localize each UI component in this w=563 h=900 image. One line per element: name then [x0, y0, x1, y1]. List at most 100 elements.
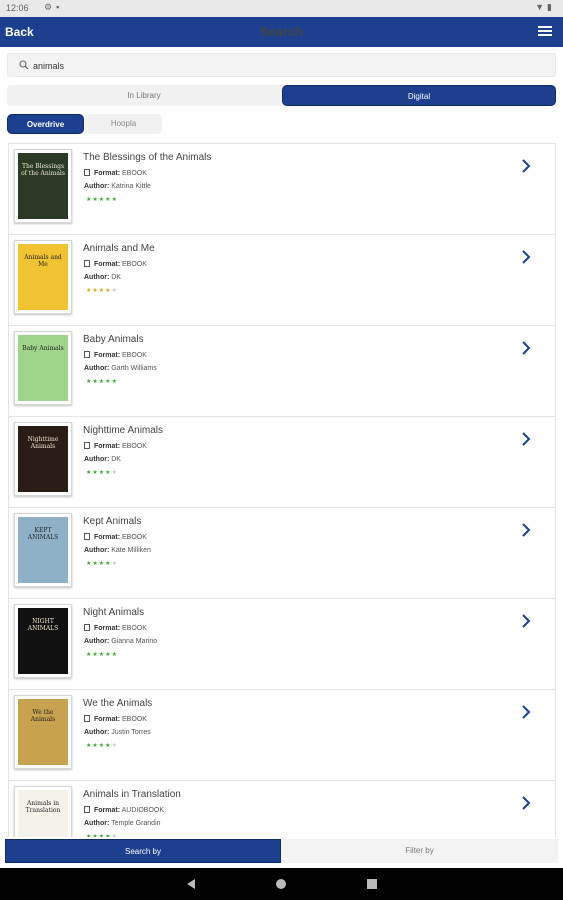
cover-title: Animals in Translation — [25, 800, 61, 814]
book-cover: Baby Animals — [14, 331, 72, 405]
hamburger-menu-icon[interactable] — [538, 26, 552, 37]
chevron-right-icon[interactable] — [521, 340, 531, 356]
list-item[interactable]: Baby Animals Baby Animals Format: EBOOK Aut… — [8, 325, 556, 416]
star-rating: ★★★★★ — [86, 560, 118, 567]
format-value: EBOOK — [122, 625, 147, 632]
author-label: Author: — [84, 365, 110, 372]
cover-art: NIGHT ANIMALS — [18, 608, 68, 674]
nav-home-icon[interactable] — [275, 878, 287, 890]
item-title[interactable]: The Blessings of the Animals — [83, 152, 211, 163]
star-rating: ★★★★★ — [86, 651, 118, 658]
search-input[interactable] — [33, 58, 533, 73]
cover-art: Animals and Me — [18, 244, 68, 310]
tab-overdrive[interactable]: Overdrive — [7, 114, 84, 134]
cover-title: KEPT ANIMALS — [27, 527, 59, 541]
nav-recents-icon[interactable] — [366, 878, 378, 890]
book-icon — [84, 533, 90, 540]
author-label: Author: — [84, 729, 110, 736]
book-icon — [84, 806, 90, 813]
source-tabs: In Library Digital — [7, 85, 556, 106]
item-author: Author: Kate Milliken — [84, 547, 151, 554]
author-label: Author: — [84, 547, 110, 554]
search-bar[interactable] — [7, 53, 556, 77]
format-value: EBOOK — [122, 170, 147, 177]
cover-art: Animals in Translation — [18, 790, 68, 837]
item-author: Author: Justin Torres — [84, 729, 151, 736]
format-label: Format: — [94, 625, 121, 632]
item-author: Author: Garth Williams — [84, 365, 157, 372]
book-cover: KEPT ANIMALS — [14, 513, 72, 587]
list-item[interactable]: Nighttime Animals Nighttime Animals Format… — [8, 416, 556, 507]
list-item[interactable]: KEPT ANIMALS Kept Animals Format: EBOOK Aut… — [8, 507, 556, 598]
item-title[interactable]: Night Animals — [83, 607, 144, 618]
list-item[interactable]: We the Animals We the Animals Format: EBOO… — [8, 689, 556, 780]
results-list[interactable]: The Blessings of the Animals The Blessing… — [8, 143, 556, 837]
item-title[interactable]: Baby Animals — [83, 334, 144, 345]
chevron-right-icon[interactable] — [521, 795, 531, 811]
star-icon: ★ — [111, 743, 118, 749]
chevron-right-icon[interactable] — [521, 431, 531, 447]
book-icon — [84, 260, 90, 267]
tab-digital[interactable]: Digital — [282, 85, 556, 106]
chevron-right-icon[interactable] — [521, 249, 531, 265]
format-value: EBOOK — [122, 716, 147, 723]
cover-title: Baby Animals — [22, 345, 64, 352]
item-title[interactable]: Nighttime Animals — [83, 425, 163, 436]
format-value: EBOOK — [122, 352, 147, 359]
status-icons: ⚙▪ — [44, 2, 63, 13]
cover-art: We the Animals — [18, 699, 68, 765]
author-label: Author: — [84, 638, 110, 645]
list-item[interactable]: Animals in Translation Animals in Transla… — [8, 780, 556, 837]
format-value: AUDIOBOOK — [121, 807, 165, 814]
cover-title: The Blessings of the Animals — [21, 163, 65, 177]
format-label: Format: — [94, 170, 121, 177]
item-format: Format: EBOOK — [84, 624, 147, 632]
wifi-icon: ▼ — [535, 2, 548, 12]
star-icon: ★ — [111, 652, 118, 658]
tab-search-by[interactable]: Search by — [5, 839, 281, 863]
star-rating: ★★★★★ — [86, 469, 118, 476]
cover-title: Animals and Me — [24, 254, 62, 268]
cover-art: Nighttime Animals — [18, 426, 68, 492]
chevron-right-icon[interactable] — [521, 522, 531, 538]
item-author: Author: DK — [84, 274, 121, 281]
cover-title: Nighttime Animals — [27, 436, 59, 450]
chevron-right-icon[interactable] — [521, 704, 531, 720]
author-value: Garth Williams — [111, 365, 157, 372]
author-label: Author: — [84, 456, 110, 463]
star-rating: ★★★★★ — [86, 196, 118, 203]
author-value: Katrina Kittle — [111, 183, 151, 190]
author-value: Temple Grandin — [111, 820, 161, 827]
item-author: Author: Temple Grandin — [84, 820, 161, 827]
format-value: EBOOK — [122, 261, 147, 268]
chevron-right-icon[interactable] — [521, 158, 531, 174]
page-title: Search — [259, 24, 304, 39]
cover-title: We the Animals — [30, 709, 56, 723]
book-cover: Nighttime Animals — [14, 422, 72, 496]
list-item[interactable]: NIGHT ANIMALS Night Animals Format: EBOOK A… — [8, 598, 556, 689]
search-icon — [19, 60, 29, 70]
item-author: Author: Gianna Marino — [84, 638, 157, 645]
item-format: Format: EBOOK — [84, 533, 147, 541]
star-icon: ★ — [111, 379, 118, 385]
list-item[interactable]: Animals and Me Animals and Me Format: EBOO… — [8, 234, 556, 325]
tab-filter-by[interactable]: Filter by — [281, 839, 558, 863]
status-bar: 12:06 ⚙▪ ▼▮ — [0, 0, 563, 17]
tab-hoopla[interactable]: Hoopla — [85, 114, 162, 134]
author-value: Gianna Marino — [111, 638, 158, 645]
system-nav-bar — [0, 868, 563, 900]
list-item[interactable]: The Blessings of the Animals The Blessing… — [8, 143, 556, 234]
star-icon: ★ — [111, 561, 118, 567]
item-format: Format: EBOOK — [84, 169, 147, 177]
item-title[interactable]: We the Animals — [83, 698, 152, 709]
author-label: Author: — [84, 274, 110, 281]
tab-in-library[interactable]: In Library — [7, 85, 281, 106]
nav-back-icon[interactable] — [185, 878, 197, 890]
bottom-tabs: Search by Filter by — [5, 839, 558, 863]
item-format: Format: EBOOK — [84, 442, 147, 450]
item-title[interactable]: Animals in Translation — [83, 789, 181, 800]
item-title[interactable]: Animals and Me — [83, 243, 155, 254]
chevron-right-icon[interactable] — [521, 613, 531, 629]
item-author: Author: Katrina Kittle — [84, 183, 151, 190]
item-title[interactable]: Kept Animals — [83, 516, 141, 527]
